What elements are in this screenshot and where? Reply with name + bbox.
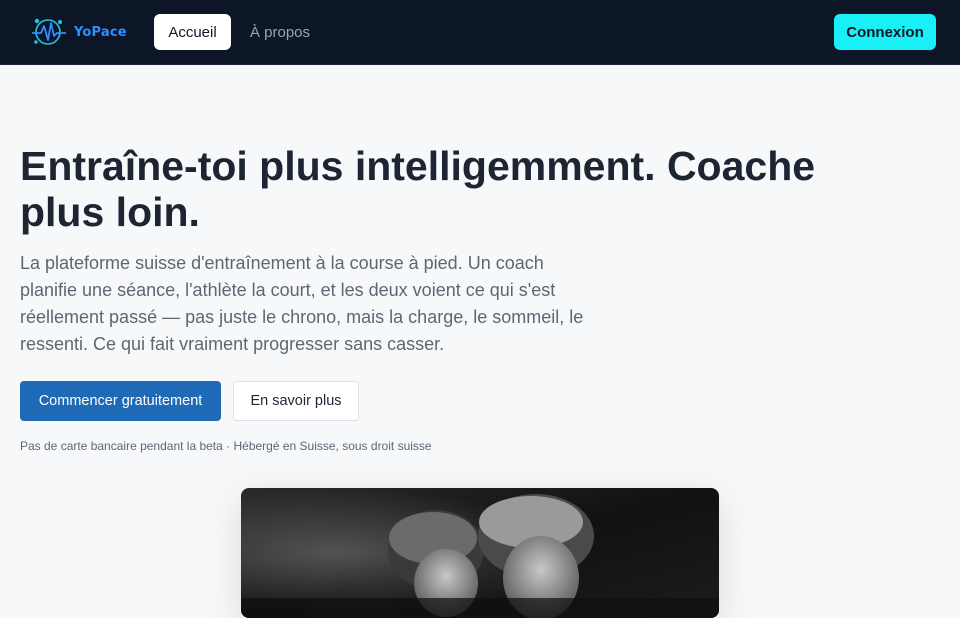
login-button[interactable]: Connexion [834, 14, 936, 50]
start-free-button[interactable]: Commencer gratuitement [20, 381, 221, 421]
top-navbar: YoPace Accueil À propos Connexion [0, 0, 960, 65]
logo-text: YoPace [74, 24, 127, 40]
nav-home-link[interactable]: Accueil [154, 14, 231, 50]
hero-title: Entraîne-toi plus intelligemment. Coache… [20, 143, 816, 235]
nav-about-link[interactable]: À propos [245, 14, 315, 50]
hero-photo [241, 488, 719, 618]
hero-subtitle: La plateforme suisse d'entraînement à la… [20, 253, 584, 354]
hero-fineprint: Pas de carte bancaire pendant la beta · … [20, 439, 432, 453]
heartbeat-pulse-logo-icon [30, 14, 68, 50]
brand-logo[interactable]: YoPace [30, 14, 127, 50]
learn-more-button[interactable]: En savoir plus [233, 381, 359, 421]
